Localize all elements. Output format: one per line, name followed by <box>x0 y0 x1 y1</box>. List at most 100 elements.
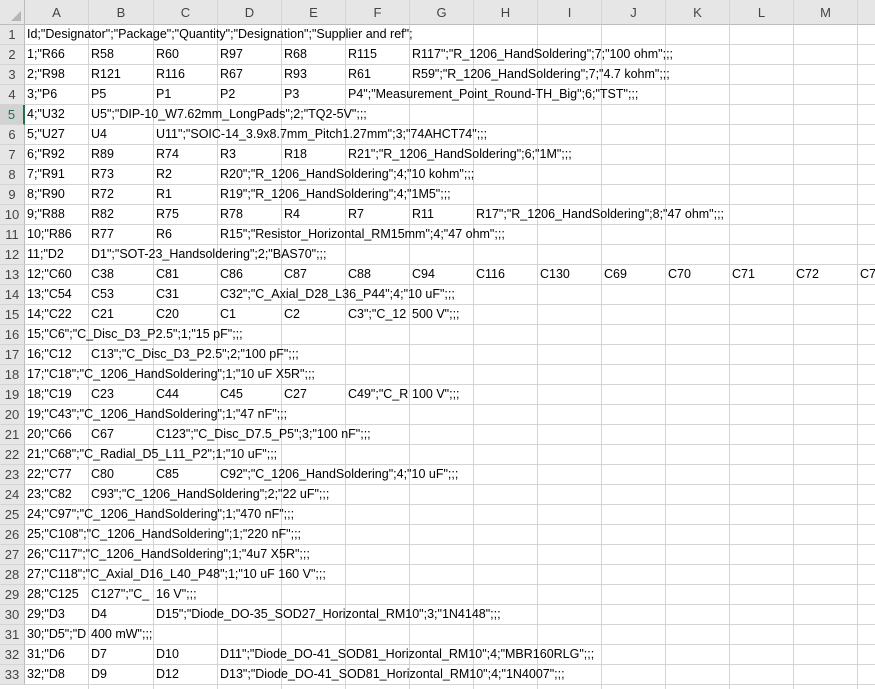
cell-L13[interactable]: C71 <box>730 265 793 284</box>
cell-B7[interactable]: R89 <box>89 145 153 164</box>
cell-A3[interactable]: 2;"R98 <box>25 65 88 84</box>
cell-C14[interactable]: C31 <box>154 285 217 304</box>
cell-A1[interactable]: Id;"Designator";"Package";"Quantity";"De… <box>25 25 413 44</box>
row-header-22[interactable]: 22 <box>0 445 25 465</box>
column-header-J[interactable]: J <box>602 0 666 25</box>
cell-F15[interactable]: C3";"C_12 <box>346 305 409 324</box>
cell-G2[interactable]: R117";"R_1206_HandSoldering";7;"100 ohm"… <box>410 45 673 64</box>
cell-A15[interactable]: 14;"C22 <box>25 305 88 324</box>
cell-C3[interactable]: R116 <box>154 65 217 84</box>
cell-A22[interactable]: 21;"C68";"C_Radial_D5_L11_P2";1;"10 uF";… <box>25 445 277 464</box>
cell-C7[interactable]: R74 <box>154 145 217 164</box>
cell-F10[interactable]: R7 <box>346 205 409 224</box>
cell-C13[interactable]: C81 <box>154 265 217 284</box>
cell-B8[interactable]: R73 <box>89 165 153 184</box>
cell-A24[interactable]: 23;"C82 <box>25 485 88 504</box>
cell-E4[interactable]: P3 <box>282 85 345 104</box>
cell-C23[interactable]: C85 <box>154 465 217 484</box>
cell-A2[interactable]: 1;"R66 <box>25 45 88 64</box>
cell-E3[interactable]: R93 <box>282 65 345 84</box>
cell-K13[interactable]: C70 <box>666 265 729 284</box>
cell-C21[interactable]: C123";"C_Disc_D7.5_P5";3;"100 nF";;; <box>154 425 371 444</box>
cell-B15[interactable]: C21 <box>89 305 153 324</box>
cell-B30[interactable]: D4 <box>89 605 153 624</box>
cell-B10[interactable]: R82 <box>89 205 153 224</box>
row-header-25[interactable]: 25 <box>0 505 25 525</box>
cell-A33[interactable]: 32;"D8 <box>25 665 88 684</box>
cell-C33[interactable]: D12 <box>154 665 217 684</box>
cell-H13[interactable]: C116 <box>474 265 537 284</box>
cell-B11[interactable]: R77 <box>89 225 153 244</box>
cell-A13[interactable]: 12;"C60 <box>25 265 88 284</box>
cell-B12[interactable]: D1";"SOT-23_Handsoldering";2;"BAS70";;; <box>89 245 327 264</box>
row-header-18[interactable]: 18 <box>0 365 25 385</box>
cell-B5[interactable]: U5";"DIP-10_W7.62mm_LongPads";2;"TQ2-5V"… <box>89 105 367 124</box>
cell-D32[interactable]: D11";"Diode_DO-41_SOD81_Horizontal_RM10"… <box>218 645 594 664</box>
cell-B31[interactable]: 400 mW";;; <box>89 625 152 644</box>
row-header-24[interactable]: 24 <box>0 485 25 505</box>
cell-A26[interactable]: 25;"C108";"C_1206_HandSoldering";1;"220 … <box>25 525 301 544</box>
cell-D8[interactable]: R20";"R_1206_HandSoldering";4;"10 kohm";… <box>218 165 474 184</box>
cell-A9[interactable]: 8;"R90 <box>25 185 88 204</box>
cell-C9[interactable]: R1 <box>154 185 217 204</box>
row-header-6[interactable]: 6 <box>0 125 25 145</box>
cell-D13[interactable]: C86 <box>218 265 281 284</box>
cell-F13[interactable]: C88 <box>346 265 409 284</box>
row-header-29[interactable]: 29 <box>0 585 25 605</box>
cell-A6[interactable]: 5;"U27 <box>25 125 88 144</box>
row-header-27[interactable]: 27 <box>0 545 25 565</box>
cell-J13[interactable]: C69 <box>602 265 665 284</box>
cell-D2[interactable]: R97 <box>218 45 281 64</box>
cell-B32[interactable]: D7 <box>89 645 153 664</box>
column-header-G[interactable]: G <box>410 0 474 25</box>
row-header-7[interactable]: 7 <box>0 145 25 165</box>
cell-C32[interactable]: D10 <box>154 645 217 664</box>
cell-A11[interactable]: 10;"R86 <box>25 225 88 244</box>
cell-B4[interactable]: P5 <box>89 85 153 104</box>
row-header-10[interactable]: 10 <box>0 205 25 225</box>
row-header-14[interactable]: 14 <box>0 285 25 305</box>
row-header-21[interactable]: 21 <box>0 425 25 445</box>
cell-A18[interactable]: 17;"C18";"C_1206_HandSoldering";1;"10 uF… <box>25 365 315 384</box>
row-header-33[interactable]: 33 <box>0 665 25 685</box>
cell-A27[interactable]: 26;"C117";"C_1206_HandSoldering";1;"4u7 … <box>25 545 310 564</box>
row-header-4[interactable]: 4 <box>0 85 25 105</box>
cell-C2[interactable]: R60 <box>154 45 217 64</box>
row-header-30[interactable]: 30 <box>0 605 25 625</box>
cell-D15[interactable]: C1 <box>218 305 281 324</box>
cell-A7[interactable]: 6;"R92 <box>25 145 88 164</box>
row-header-15[interactable]: 15 <box>0 305 25 325</box>
column-header-D[interactable]: D <box>218 0 282 25</box>
cell-D11[interactable]: R15";"Resistor_Horizontal_RM15mm";4;"47 … <box>218 225 505 244</box>
row-header-5[interactable]: 5 <box>0 105 25 125</box>
row-header-12[interactable]: 12 <box>0 245 25 265</box>
row-header-28[interactable]: 28 <box>0 565 25 585</box>
column-header-E[interactable]: E <box>282 0 346 25</box>
cell-B17[interactable]: C13";"C_Disc_D3_P2.5";2;"100 pF";;; <box>89 345 299 364</box>
row-header-16[interactable]: 16 <box>0 325 25 345</box>
cell-A5[interactable]: 4;"U32 <box>25 105 88 124</box>
cell-B14[interactable]: C53 <box>89 285 153 304</box>
column-header-A[interactable]: A <box>25 0 89 25</box>
cell-B24[interactable]: C93";"C_1206_HandSoldering";2;"22 uF";;; <box>89 485 329 504</box>
cell-A32[interactable]: 31;"D6 <box>25 645 88 664</box>
row-header-19[interactable]: 19 <box>0 385 25 405</box>
cell-E7[interactable]: R18 <box>282 145 345 164</box>
cell-B23[interactable]: C80 <box>89 465 153 484</box>
row-header-20[interactable]: 20 <box>0 405 25 425</box>
row-header-23[interactable]: 23 <box>0 465 25 485</box>
cell-D19[interactable]: C45 <box>218 385 281 404</box>
cell-D4[interactable]: P2 <box>218 85 281 104</box>
cell-B6[interactable]: U4 <box>89 125 153 144</box>
cell-E10[interactable]: R4 <box>282 205 345 224</box>
cell-C29[interactable]: 16 V";;; <box>154 585 197 604</box>
cell-A14[interactable]: 13;"C54 <box>25 285 88 304</box>
column-header-I[interactable]: I <box>538 0 602 25</box>
cell-B21[interactable]: C67 <box>89 425 153 444</box>
row-header-11[interactable]: 11 <box>0 225 25 245</box>
column-header-C[interactable]: C <box>154 0 218 25</box>
column-header-L[interactable]: L <box>730 0 794 25</box>
cell-B19[interactable]: C23 <box>89 385 153 404</box>
cell-E19[interactable]: C27 <box>282 385 345 404</box>
cell-D14[interactable]: C32";"C_Axial_D28_L36_P44";4;"10 uF";;; <box>218 285 455 304</box>
